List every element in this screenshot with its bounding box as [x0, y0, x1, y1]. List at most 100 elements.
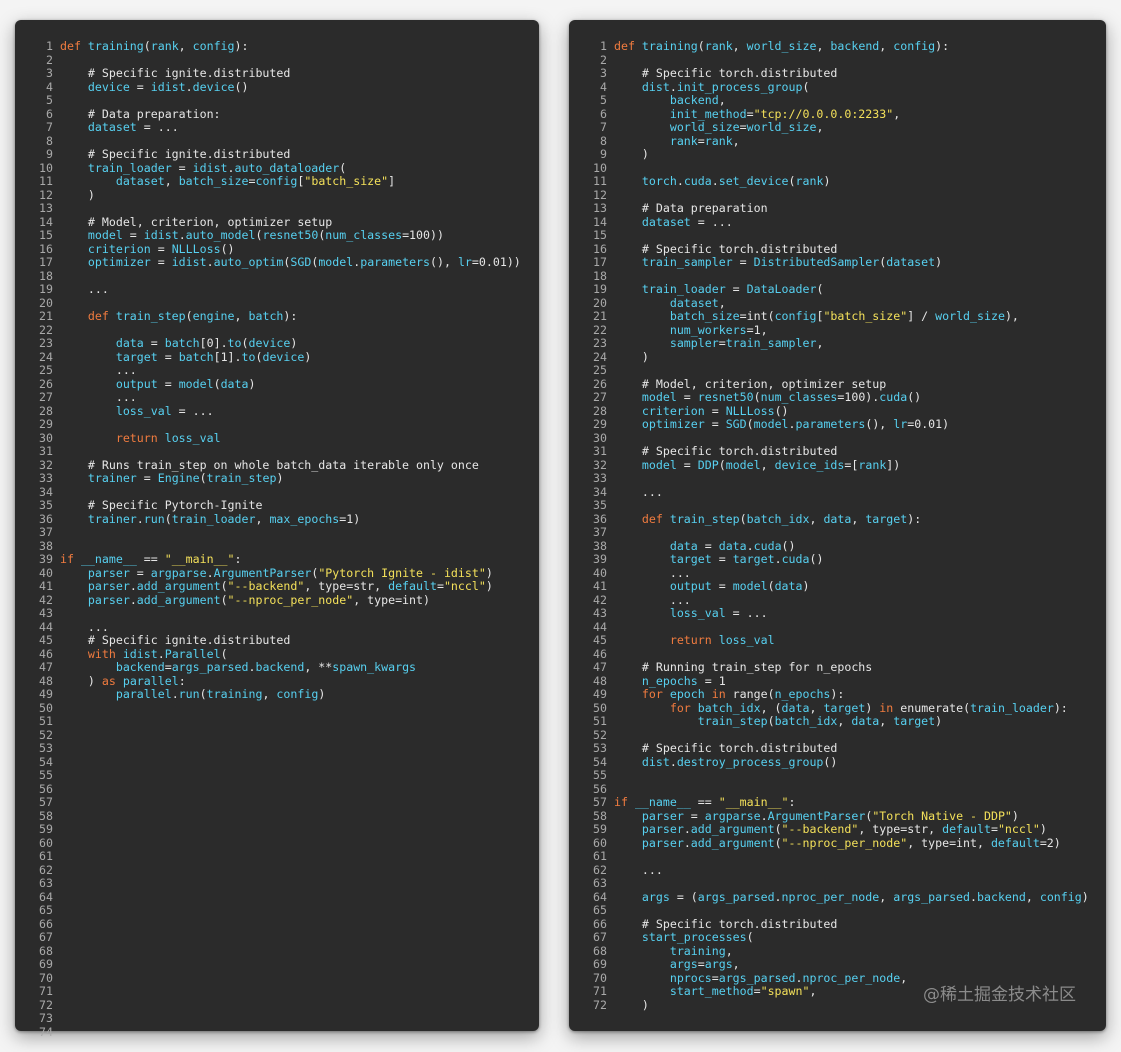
code-line: 22 num_workers=1,	[569, 322, 1106, 338]
code-line: 72	[15, 998, 539, 1013]
code-text: # Specific torch.distributed	[614, 66, 838, 80]
code-text: init_method="tcp://0.0.0.0:2233",	[669, 106, 901, 121]
code-line: 55	[569, 768, 1106, 783]
code-text: nprocs=args_parsed.nproc_per_node,	[669, 970, 908, 985]
code-line: 62 ...	[569, 863, 1106, 878]
line-number: 32	[593, 457, 607, 472]
code-line: 47 # Running train_step for n_epochs	[569, 660, 1106, 675]
line-number: 66	[39, 916, 53, 931]
line-number: 67	[593, 930, 607, 944]
code-line: 24 target = batch[1].to(device)	[15, 350, 539, 365]
code-line: 1 def training(rank, config):	[15, 39, 539, 54]
code-text: dataset = ...	[641, 214, 733, 229]
code-text: model = idist.auto_model(resnet50(num_cl…	[87, 228, 444, 242]
code-line: 21 batch_size=int(config["batch_size"] /…	[569, 309, 1106, 324]
code-line: 58 parser = argparse.ArgumentParser("Tor…	[569, 808, 1106, 824]
code-line: 37	[569, 525, 1106, 540]
code-line: 66	[15, 916, 539, 932]
line-number: 24	[593, 349, 607, 364]
code-line: 13	[15, 201, 539, 216]
code-line: 46 with idist.Parallel(	[15, 646, 539, 662]
line-number: 32	[39, 457, 53, 472]
code-line: 4 device = idist.device()	[15, 80, 539, 95]
line-number: 66	[593, 916, 607, 931]
code-text: args = (args_parsed.nproc_per_node, args…	[641, 889, 1089, 904]
code-text: # Specific ignite.distributed	[60, 633, 291, 647]
code-block: 1 def training(rank, world_size, backend,…	[569, 39, 1106, 1012]
code-line: 33	[569, 471, 1106, 486]
code-text: dataset = ...	[87, 120, 179, 134]
line-number: 28	[593, 403, 607, 418]
line-number: 22	[593, 322, 607, 337]
code-line: 34 ...	[569, 485, 1106, 500]
line-number: 27	[39, 390, 53, 404]
code-text: dist.init_process_group(	[641, 79, 810, 94]
line-number: 51	[39, 714, 53, 728]
line-number: 60	[39, 835, 53, 850]
code-line: 44	[569, 619, 1106, 635]
code-line: 52	[15, 728, 539, 743]
code-text: target = target.cuda()	[669, 552, 824, 566]
code-line: 48 n_epochs = 1	[569, 674, 1106, 689]
code-line: 71	[15, 984, 539, 999]
line-number: 8	[46, 133, 53, 148]
line-number: 58	[593, 808, 607, 823]
code-text: with idist.Parallel(	[87, 646, 228, 661]
code-line: 66 # Specific torch.distributed	[569, 916, 1106, 932]
line-number: 4	[600, 79, 607, 94]
code-line: 42 ...	[569, 592, 1106, 608]
code-text: # Model, criterion, optimizer setup	[60, 214, 333, 229]
line-number: 36	[39, 511, 53, 526]
code-line: 23 data = batch[0].to(device)	[15, 336, 539, 351]
code-text: # Specific torch.distributed	[614, 241, 838, 256]
line-number: 7	[46, 120, 53, 134]
code-text: model = resnet50(num_classes=100).cuda()	[641, 390, 922, 404]
code-text: # Runs train_step on whole batch_data it…	[60, 457, 479, 472]
code-text: dataset, batch_size=config["batch_size"]	[115, 174, 396, 188]
code-line: 4 dist.init_process_group(	[569, 79, 1106, 95]
code-line: 19 ...	[15, 282, 539, 297]
line-number: 6	[46, 106, 53, 121]
line-number: 38	[593, 538, 607, 553]
code-line: 17 optimizer = idist.auto_optim(SGD(mode…	[15, 255, 539, 270]
line-number: 49	[39, 687, 53, 701]
line-number: 55	[39, 768, 53, 782]
line-number: 10	[39, 160, 53, 175]
code-text: start_processes(	[641, 930, 754, 944]
line-number: 65	[39, 903, 53, 917]
line-number: 47	[593, 660, 607, 674]
code-line: 67 start_processes(	[569, 930, 1106, 945]
code-panel-ignite: 1 def training(rank, config): 2 3 # Specifi…	[15, 20, 539, 1038]
code-line: 26 output = model(data)	[15, 377, 539, 392]
code-text: # Specific torch.distributed	[614, 444, 838, 458]
line-number: 42	[593, 592, 607, 607]
code-line: 15	[569, 228, 1106, 243]
line-number: 60	[593, 835, 607, 850]
code-text: world_size=world_size,	[669, 120, 824, 134]
code-line: 61	[15, 849, 539, 864]
line-number: 5	[46, 93, 53, 107]
line-number: 44	[593, 619, 607, 634]
code-text: ...	[614, 565, 691, 580]
code-text: ...	[60, 390, 137, 404]
line-number: 52	[593, 727, 607, 742]
line-number: 54	[593, 754, 607, 769]
code-line: 9 # Specific ignite.distributed	[15, 147, 539, 162]
code-line: 21 def train_step(engine, batch):	[15, 309, 539, 324]
code-text: batch_size=int(config["batch_size"] / wo…	[669, 309, 1019, 323]
code-line: 51	[15, 714, 539, 729]
line-number: 56	[39, 781, 53, 796]
line-number: 34	[39, 484, 53, 499]
line-number: 17	[593, 255, 607, 269]
line-number: 26	[593, 376, 607, 391]
code-text: ) as parallel:	[60, 673, 186, 688]
line-number: 5	[600, 93, 607, 107]
code-line: 25 ...	[15, 363, 539, 378]
code-text: parser = argparse.ArgumentParser("Pytorc…	[87, 565, 493, 580]
code-line: 24 )	[569, 349, 1106, 365]
line-number: 40	[39, 565, 53, 580]
code-line: 53	[15, 741, 539, 756]
code-text: )	[614, 997, 649, 1012]
line-number: 3	[600, 66, 607, 80]
line-number: 57	[593, 795, 607, 809]
